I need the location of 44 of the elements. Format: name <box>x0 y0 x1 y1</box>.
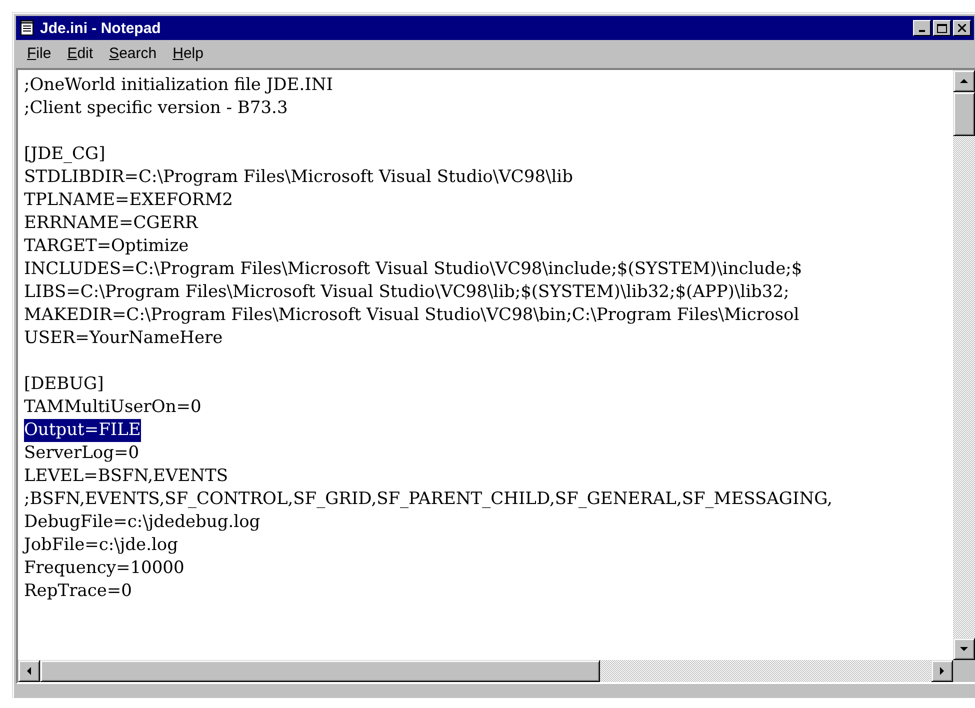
text-line: LEVEL=BSFN,EVENTS <box>24 465 228 488</box>
text-line: TAMMultiUserOn=0 <box>24 396 202 419</box>
vertical-scrollbar[interactable] <box>953 70 975 660</box>
notepad-icon <box>20 20 34 36</box>
maximize-button[interactable] <box>933 20 951 36</box>
scroll-left-button[interactable] <box>18 660 40 682</box>
menu-item[interactable]: Help <box>166 43 210 64</box>
arrow-icon <box>25 667 33 675</box>
text-line: MAKEDIR=C:\Program Files\Microsoft Visual Studio\VC98\bin;C:\Program Files\Microsol <box>24 304 800 327</box>
arrow-icon <box>960 645 968 653</box>
text-area[interactable] <box>18 70 953 660</box>
text-line: ServerLog=0 <box>24 442 140 465</box>
menu-item[interactable]: Edit <box>60 43 100 64</box>
horizontal-scrollbar[interactable] <box>18 660 953 682</box>
scroll-down-button[interactable] <box>953 638 975 660</box>
close-button[interactable] <box>953 20 971 36</box>
window-title: Jde.ini - Notepad <box>40 20 162 36</box>
text-line: ERRNAME=CGERR <box>24 212 198 235</box>
text-line: DebugFile=c:\jdedebug.log <box>24 511 260 534</box>
minimize-button[interactable] <box>913 20 931 36</box>
close-icon <box>958 24 966 32</box>
text-line: TARGET=Optimize <box>24 235 189 258</box>
text-line: ;BSFN,EVENTS,SF_CONTROL,SF_GRID,SF_PARENT_CHILD,SF_GENERAL,SF_MESSAGING, <box>24 488 832 511</box>
text-line: JobFile=c:\jde.log <box>24 534 178 557</box>
scroll-up-button[interactable] <box>953 70 975 92</box>
text-line: ;Client specific version - B73.3 <box>24 97 288 120</box>
text-line: INCLUDES=C:\Program Files\Microsoft Visual Studio\VC98\include;$(SYSTEM)\include;$ <box>24 258 802 281</box>
menu-item[interactable]: File <box>20 43 58 64</box>
text-line: Frequency=10000 <box>24 557 184 580</box>
scroll-thumb[interactable] <box>40 660 600 682</box>
text-line: TPLNAME=EXEFORM2 <box>24 189 233 212</box>
arrow-icon <box>938 667 946 675</box>
scroll-right-button[interactable] <box>931 660 953 682</box>
text-line: ;OneWorld initialization file JDE.INI <box>24 74 333 97</box>
maximize-icon <box>937 24 947 32</box>
text-line: LIBS=C:\Program Files\Microsoft Visual Studio\VC98\lib;$(SYSTEM)\lib32;$(APP)\lib32; <box>24 281 790 304</box>
arrow-icon <box>960 77 968 85</box>
text-line: STDLIBDIR=C:\Program Files\Microsoft Visual Studio\VC98\lib <box>24 166 573 189</box>
text-line: [DEBUG] <box>24 373 104 396</box>
scroll-thumb[interactable] <box>953 92 975 136</box>
text-line: RepTrace=0 <box>24 580 132 603</box>
menu-item[interactable]: Search <box>102 43 164 64</box>
text-line: [JDE_CG] <box>24 143 106 166</box>
text-line: USER=YourNameHere <box>24 327 223 350</box>
